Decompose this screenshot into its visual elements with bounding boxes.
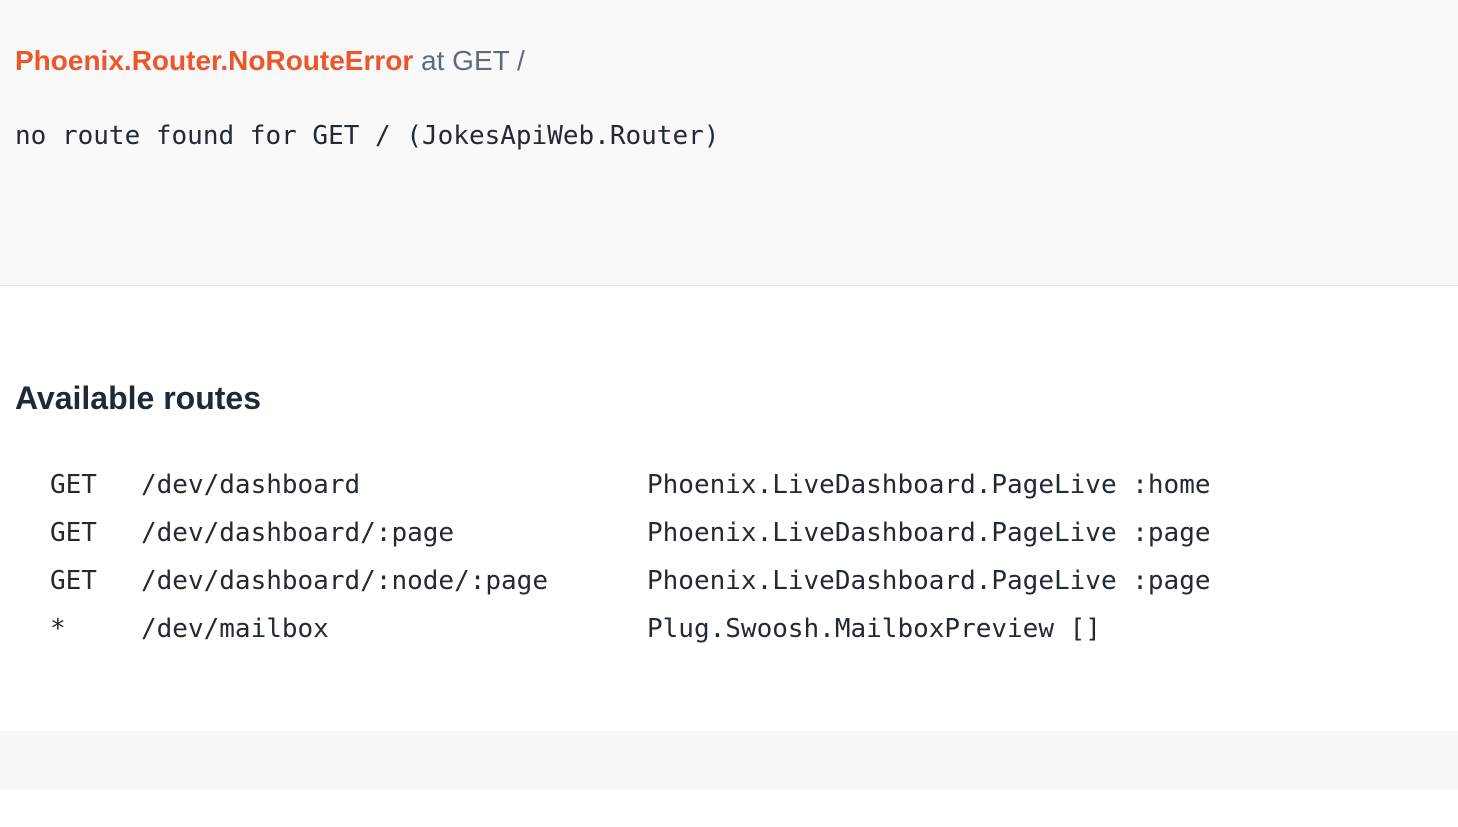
route-path: /dev/dashboard/:page (141, 518, 455, 548)
error-type: Phoenix.Router.NoRouteError (15, 45, 414, 76)
route-method: GET (50, 518, 97, 548)
route-handler: Plug.Swoosh.MailboxPreview [] (647, 614, 1101, 644)
route-row: * /dev/mailbox Plug.Swoosh.MailboxPrevie… (50, 607, 1101, 655)
route-row: GET /dev/dashboard/:node/:page Phoenix.L… (50, 559, 1211, 607)
route-handler: Phoenix.LiveDashboard.PageLive :page (647, 518, 1211, 548)
route-path: /dev/dashboard (141, 470, 361, 500)
error-request: at GET / (421, 45, 525, 76)
route-handler: Phoenix.LiveDashboard.PageLive :home (647, 470, 1211, 500)
route-row: GET /dev/dashboard Phoenix.LiveDashboard… (50, 463, 1211, 511)
route-row: GET /dev/dashboard/:page Phoenix.LiveDas… (50, 511, 1211, 559)
error-message: no route found for GET / (JokesApiWeb.Ro… (15, 121, 720, 151)
route-handler: Phoenix.LiveDashboard.PageLive :page (647, 566, 1211, 596)
error-header: Phoenix.Router.NoRouteError at GET / no … (0, 0, 1458, 286)
routes-table: GET /dev/dashboard Phoenix.LiveDashboard… (50, 463, 1211, 655)
available-routes-title: Available routes (15, 380, 262, 416)
route-path: /dev/mailbox (141, 614, 329, 644)
footer-band (0, 731, 1458, 790)
error-title: Phoenix.Router.NoRouteError at GET / (15, 44, 525, 78)
route-method: GET (50, 566, 97, 596)
route-path: /dev/dashboard/:node/:page (141, 566, 548, 596)
route-method: * (50, 614, 66, 644)
route-method: GET (50, 470, 97, 500)
